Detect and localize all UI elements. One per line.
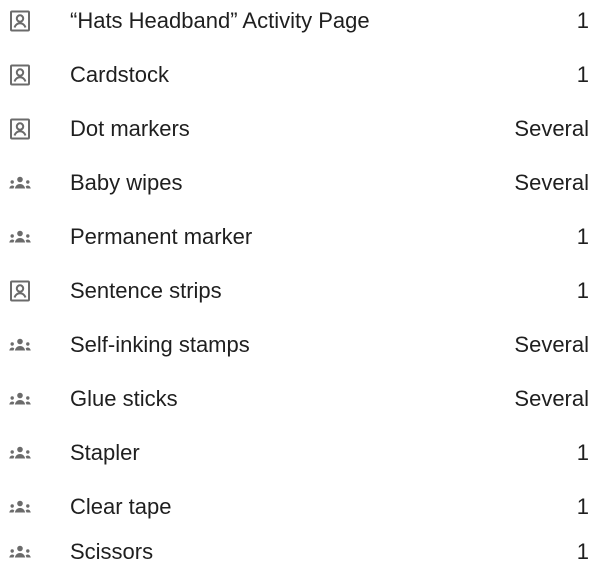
list-item: Scissors 1: [0, 532, 593, 572]
group-icon: [8, 495, 32, 519]
material-label: Scissors: [70, 539, 154, 564]
list-item: Glue sticks Several: [0, 379, 593, 419]
material-label: Baby wipes: [70, 170, 183, 195]
material-quantity: 1: [576, 278, 589, 303]
list-item: Cardstock 1: [0, 55, 593, 95]
material-label: Stapler: [70, 440, 140, 465]
material-quantity: 1: [576, 8, 589, 33]
individual-student-icon: [8, 9, 32, 33]
list-item: Baby wipes Several: [0, 163, 593, 203]
material-quantity: Several: [514, 170, 589, 195]
material-label: Sentence strips: [70, 278, 222, 303]
material-label: Permanent marker: [70, 224, 253, 249]
materials-list: “Hats Headband” Activity Page 1 Cardstoc…: [0, 0, 593, 572]
material-quantity: 1: [576, 224, 589, 249]
material-quantity: Several: [514, 332, 589, 357]
material-quantity: 1: [576, 62, 589, 87]
group-icon: [8, 441, 32, 465]
material-label: Clear tape: [70, 494, 172, 519]
individual-student-icon: [8, 279, 32, 303]
material-label: “Hats Headband” Activity Page: [70, 8, 370, 33]
group-icon: [8, 387, 32, 411]
material-quantity: Several: [514, 386, 589, 411]
group-icon: [8, 171, 32, 195]
material-label: Glue sticks: [70, 386, 178, 411]
list-item: Sentence strips 1: [0, 271, 593, 311]
list-item: Dot markers Several: [0, 109, 593, 149]
individual-student-icon: [8, 117, 32, 141]
list-item: Self-inking stamps Several: [0, 325, 593, 365]
list-item: “Hats Headband” Activity Page 1: [0, 1, 593, 41]
material-quantity: 1: [576, 539, 589, 564]
material-label: Cardstock: [70, 62, 170, 87]
list-item: Clear tape 1: [0, 487, 593, 527]
group-icon: [8, 540, 32, 564]
material-quantity: 1: [576, 494, 589, 519]
list-item: Permanent marker 1: [0, 217, 593, 257]
list-item: Stapler 1: [0, 433, 593, 473]
group-icon: [8, 225, 32, 249]
group-icon: [8, 333, 32, 357]
material-label: Self-inking stamps: [70, 332, 250, 357]
material-label: Dot markers: [70, 116, 190, 141]
individual-student-icon: [8, 63, 32, 87]
material-quantity: 1: [576, 440, 589, 465]
material-quantity: Several: [514, 116, 589, 141]
